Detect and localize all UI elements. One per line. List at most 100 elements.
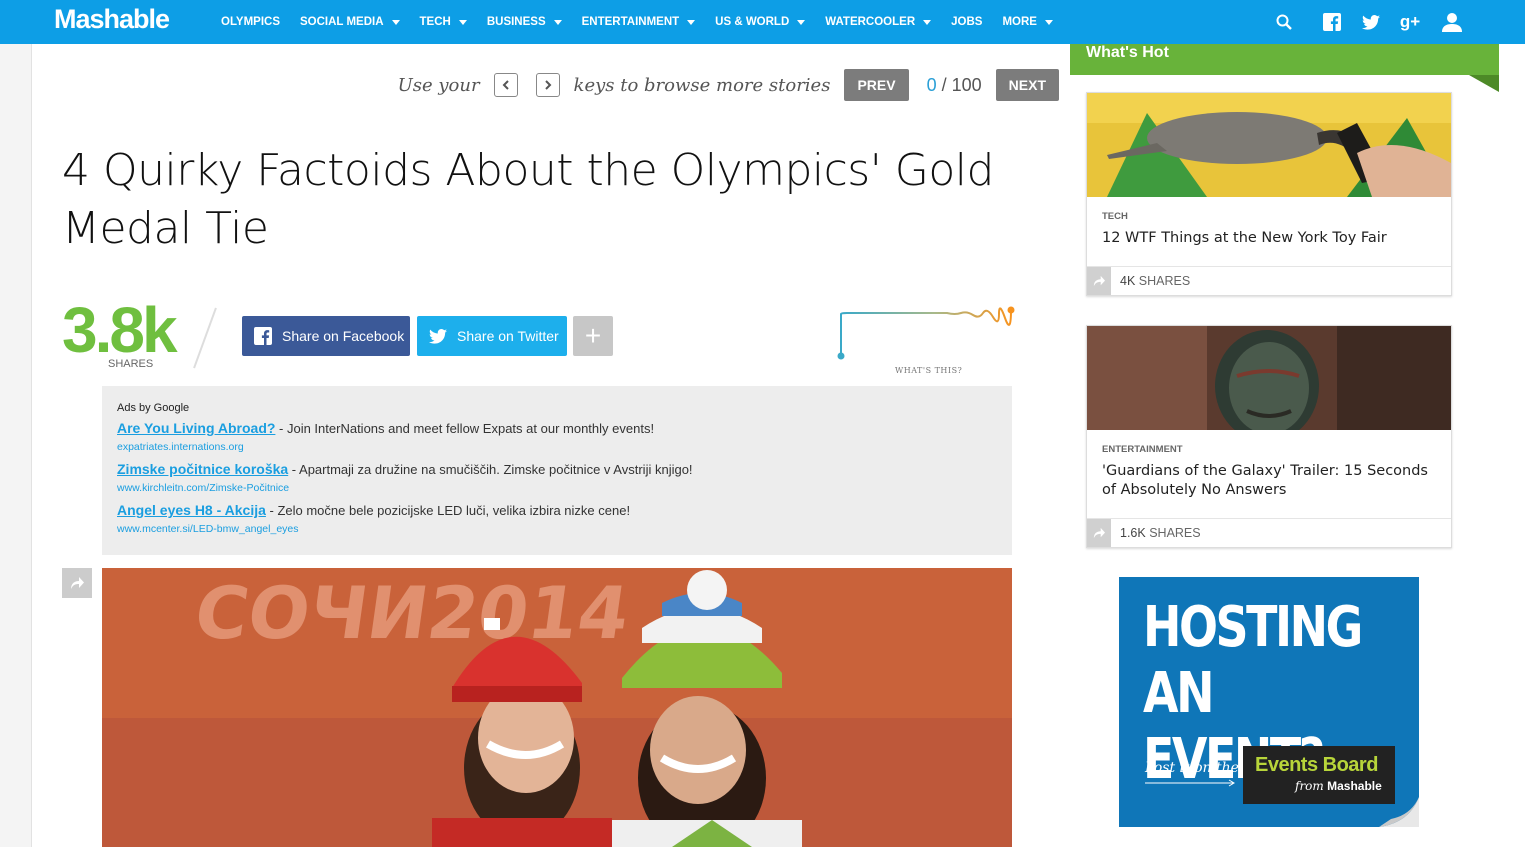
- browse-text-suffix: keys to browse more stories: [573, 74, 831, 96]
- story-title[interactable]: 'Guardians of the Galaxy' Trailer: 15 Se…: [1102, 462, 1442, 500]
- share-arrow-button[interactable]: [62, 568, 92, 598]
- chevron-down-icon: [391, 19, 400, 25]
- ad-link[interactable]: Angel eyes H8 - Akcija: [117, 502, 266, 518]
- ad-text: - Apartmaji za družine na smučiščih. Zim…: [288, 462, 693, 477]
- ad-link[interactable]: Zimske počitnice koroška: [117, 461, 288, 477]
- ad-url[interactable]: www.kirchleitn.com/Zimske-Počitnice: [117, 482, 693, 494]
- browse-bar: Use your keys to browse more stories PRE…: [398, 69, 1059, 101]
- share-arrow-icon[interactable]: [1087, 519, 1111, 547]
- share-facebook-button[interactable]: Share on Facebook: [242, 316, 410, 356]
- share-count-label: SHARES: [1138, 274, 1191, 288]
- ad-text: - Join InterNations and meet fellow Expa…: [275, 421, 655, 436]
- nav-item-label: OLYMPICS: [221, 16, 281, 28]
- nav-item-us-world[interactable]: US & WORLD: [715, 16, 806, 28]
- chevron-down-icon: [553, 19, 562, 25]
- story-share-count: 4K SHARES: [1120, 274, 1190, 288]
- promo-line-1: HOSTING: [1143, 595, 1363, 660]
- article-title: 4 Quirky Factoids About the Olympics' Go…: [62, 145, 994, 254]
- events-board-from: from Mashable: [1295, 779, 1382, 793]
- nav-item-jobs[interactable]: JOBS: [951, 16, 982, 28]
- nav-item-label: BUSINESS: [486, 16, 546, 28]
- ad-url[interactable]: www.mcenter.si/LED-bmw_angel_eyes: [117, 523, 630, 535]
- share-count-number: 3.8k: [62, 294, 178, 366]
- nav-menu: OLYMPICS SOCIAL MEDIA TECH BUSINESS ENTE…: [211, 0, 1063, 44]
- nav-item-tech[interactable]: TECH: [420, 16, 467, 28]
- hero-image-art: COЧИ2014: [102, 568, 1012, 847]
- nav-item-label: WATERCOOLER: [825, 16, 916, 28]
- whats-hot-heading: What's Hot: [1086, 44, 1169, 61]
- share-arrow-icon: [71, 577, 84, 589]
- chevron-down-icon: [923, 19, 932, 25]
- twitter-icon[interactable]: [1360, 11, 1382, 33]
- ad-text: - Zelo močne bele pozicijske LED luči, v…: [265, 503, 631, 518]
- from-brand: Mashable: [1327, 779, 1382, 793]
- from-text: from: [1295, 779, 1324, 793]
- share-facebook-label: Share on Facebook: [282, 328, 405, 344]
- nav-item-label: TECH: [419, 16, 451, 28]
- chevron-down-icon: [458, 19, 467, 25]
- mashable-logo[interactable]: Mashable: [54, 4, 170, 35]
- nav-item-olympics[interactable]: OLYMPICS: [221, 16, 280, 28]
- hot-story-card[interactable]: TECH 12 WTF Things at the New York Toy F…: [1086, 92, 1452, 296]
- ad-item: Are You Living Abroad? - Join InterNatio…: [117, 420, 654, 453]
- events-board-title: Events Board: [1255, 754, 1378, 776]
- browse-text-prefix: Use your: [397, 74, 480, 96]
- google-ads-box: Ads by Google Are You Living Abroad? - J…: [102, 386, 1012, 555]
- arrow-right-icon: [1145, 779, 1235, 787]
- counter-total: 100: [951, 74, 982, 95]
- counter-current: 0: [926, 74, 937, 95]
- velocity-start-dot: [837, 352, 845, 360]
- facebook-icon: [254, 327, 272, 345]
- user-icon[interactable]: [1441, 11, 1463, 33]
- chevron-down-icon: [687, 19, 696, 25]
- nav-icons: g+: [1256, 0, 1463, 44]
- nav-item-more[interactable]: MORE: [1002, 16, 1053, 28]
- facebook-icon[interactable]: [1321, 11, 1343, 33]
- hot-story-card[interactable]: ENTERTAINMENT 'Guardians of the Galaxy' …: [1086, 325, 1452, 548]
- story-footer: 1.6K SHARES: [1087, 518, 1451, 547]
- more-share-button[interactable]: +: [573, 316, 613, 356]
- whats-hot-banner: What's Hot: [1070, 44, 1499, 75]
- next-button[interactable]: NEXT: [995, 69, 1059, 101]
- nav-item-label: US & WORLD: [715, 16, 790, 28]
- story-category: ENTERTAINMENT: [1102, 444, 1183, 455]
- share-twitter-button[interactable]: Share on Twitter: [417, 316, 567, 356]
- counter-separator: /: [936, 74, 952, 95]
- twitter-icon: [429, 328, 447, 344]
- share-count-value: 1.6K: [1120, 526, 1146, 540]
- ad-item: Zimske počitnice koroška - Apartmaji za …: [117, 461, 693, 494]
- nav-item-watercooler[interactable]: WATERCOOLER: [825, 16, 932, 28]
- ads-title: Ads by Google: [117, 402, 190, 414]
- top-navigation-bar: Mashable OLYMPICS SOCIAL MEDIA TECH BUSI…: [0, 0, 1525, 44]
- chevron-down-icon: [797, 19, 806, 25]
- sidebar: What's Hot TECH 12 WTF Things at the New…: [1069, 44, 1525, 847]
- nav-item-business[interactable]: BUSINESS: [487, 16, 562, 28]
- story-footer: 4K SHARES: [1087, 266, 1451, 295]
- share-arrow-icon[interactable]: [1087, 267, 1111, 295]
- story-thumbnail: [1087, 326, 1451, 430]
- google-plus-label: g+: [1399, 12, 1421, 31]
- nav-item-label: SOCIAL MEDIA: [300, 16, 384, 28]
- main-content: Use your keys to browse more stories PRE…: [31, 44, 1070, 847]
- hero-image: COЧИ2014: [102, 568, 1012, 847]
- ad-link[interactable]: Are You Living Abroad?: [117, 420, 275, 436]
- nav-item-entertainment[interactable]: ENTERTAINMENT: [582, 16, 696, 28]
- search-icon[interactable]: [1273, 11, 1295, 33]
- whats-this-link[interactable]: WHAT'S THIS?: [895, 366, 962, 375]
- share-count-label: SHARES: [108, 358, 154, 370]
- google-plus-icon[interactable]: g+: [1399, 11, 1421, 33]
- share-count: 3.8k SHARES: [62, 294, 202, 370]
- nav-item-social-media[interactable]: SOCIAL MEDIA: [300, 16, 400, 28]
- story-counter: 0 / 100: [927, 75, 982, 96]
- nav-item-label: ENTERTAINMENT: [581, 16, 680, 28]
- story-thumbnail: [1087, 93, 1451, 197]
- events-board-badge: Events Board from Mashable: [1243, 746, 1395, 804]
- right-key-icon: [535, 73, 560, 97]
- events-board-promo[interactable]: HOSTING AN EVENT? Post it on the Events …: [1119, 577, 1419, 827]
- ad-url[interactable]: expatriates.internations.org: [117, 441, 654, 453]
- velocity-graph: [837, 306, 1015, 360]
- prev-button[interactable]: PREV: [844, 69, 909, 101]
- story-title[interactable]: 12 WTF Things at the New York Toy Fair: [1102, 229, 1442, 248]
- page-curl: [1379, 797, 1419, 827]
- story-category: TECH: [1102, 211, 1128, 222]
